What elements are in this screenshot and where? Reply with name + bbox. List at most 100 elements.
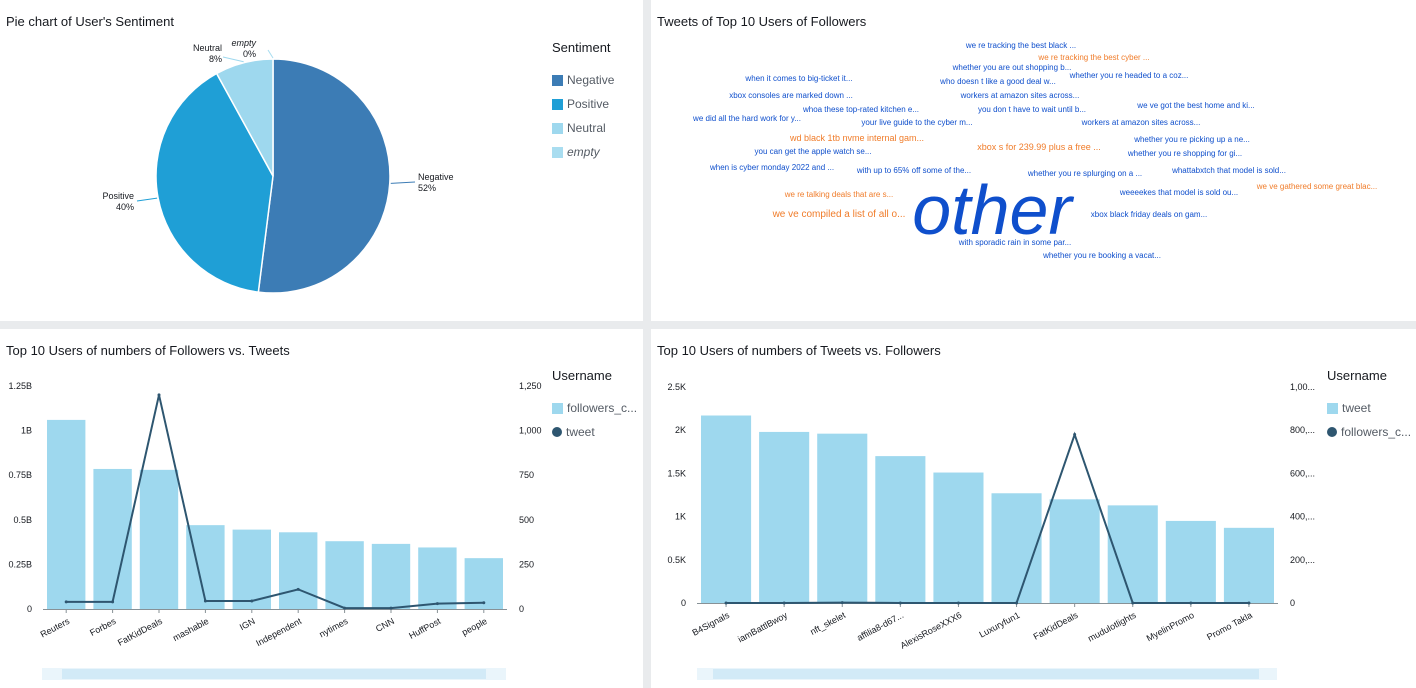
scrollbar-thumb[interactable] <box>62 669 486 679</box>
bar-8 <box>371 543 411 609</box>
x-axis-label: Luxuryfun1 <box>977 610 1021 640</box>
right-axis-tick: 750 <box>519 470 534 480</box>
word-cloud-term[interactable]: you can get the apple watch se... <box>755 148 872 156</box>
word-cloud-term[interactable]: xbox consoles are marked down ... <box>729 92 853 100</box>
followers-vs-tweets-panel: Top 10 Users of numbers of Followers vs.… <box>0 329 643 688</box>
left-axis-tick: 1B <box>21 426 32 436</box>
word-cloud-term[interactable]: whether you are out shopping b... <box>953 64 1072 72</box>
pie-chart-panel: Pie chart of User's Sentiment Negative 52… <box>0 0 643 321</box>
pie-slice-negative <box>257 58 391 294</box>
word-cloud-term[interactable]: we ve gathered some great blac... <box>1257 183 1378 191</box>
legend-label: Neutral <box>567 121 606 135</box>
x-axis-label: FatKidDeals <box>1032 610 1080 642</box>
word-cloud-term[interactable]: we re tracking the best black ... <box>966 42 1076 50</box>
legend-label: tweet <box>1342 401 1371 415</box>
legend-item-empty[interactable]: empty <box>552 140 614 164</box>
word-cloud-term[interactable]: when is cyber monday 2022 and ... <box>710 164 834 172</box>
bar-7 <box>1049 499 1100 603</box>
x-axis-label: mashable <box>171 616 210 643</box>
line-point <box>782 601 786 605</box>
line-point <box>64 600 68 604</box>
left-axis-tick: 0 <box>681 598 686 608</box>
legend-item-neutral[interactable]: Neutral <box>552 116 614 140</box>
left-axis-tick: 0 <box>27 604 32 614</box>
line-point <box>1015 601 1019 605</box>
line-point <box>840 601 844 605</box>
bar-9 <box>418 547 457 609</box>
word-cloud-term[interactable]: we ve got the best home and ki... <box>1137 102 1254 110</box>
horizontal-scrollbar[interactable] <box>697 668 1277 680</box>
panel-title: Tweets of Top 10 Users of Followers <box>657 14 867 29</box>
right-axis-tick: 800,... <box>1290 425 1315 435</box>
left-axis-tick: 1K <box>675 512 686 522</box>
x-axis-label: MyelinPromo <box>1145 610 1196 643</box>
x-axis-label: CNN <box>374 616 396 634</box>
legend-label: followers_c... <box>1341 425 1412 439</box>
word-cloud-term[interactable]: who doesn t like a good deal w... <box>940 78 1056 86</box>
line-point <box>343 606 347 610</box>
legend-item-tweet[interactable]: tweet <box>1327 396 1411 420</box>
word-cloud-term[interactable]: your live guide to the cyber m... <box>861 119 972 127</box>
right-axis-tick: 250 <box>519 559 534 569</box>
legend-item-followers[interactable]: followers_c... <box>552 396 637 420</box>
pie-percent-negative: 52% <box>418 183 436 193</box>
right-axis-tick: 0 <box>519 604 524 614</box>
legend-item-positive[interactable]: Positive <box>552 92 614 116</box>
word-cloud-term[interactable]: we re talking deals that are s... <box>785 191 894 199</box>
legend-label: Negative <box>567 73 615 87</box>
word-cloud-term[interactable]: when it comes to big-ticket it... <box>745 75 852 83</box>
word-cloud-term[interactable]: other <box>912 175 1072 245</box>
word-cloud-term[interactable]: you don t have to wait until b... <box>978 106 1086 114</box>
right-axis-tick: 200,... <box>1290 555 1315 565</box>
word-cloud-term[interactable]: we did all the hard work for y... <box>693 115 801 123</box>
word-cloud-term[interactable]: workers at amazon sites across... <box>961 92 1080 100</box>
bar-1 <box>47 419 86 609</box>
legend-label: tweet <box>566 425 595 439</box>
legend-label: followers_c... <box>567 401 638 415</box>
x-axis-label: FatKidDeals <box>116 616 164 648</box>
word-cloud-term[interactable]: we re tracking the best cyber ... <box>1038 54 1149 62</box>
word-cloud-term[interactable]: with sporadic rain in some par... <box>959 239 1072 247</box>
line-point <box>389 606 393 610</box>
pie-label-empty: empty <box>231 38 256 48</box>
legend-item-tweet[interactable]: tweet <box>552 420 637 444</box>
word-cloud-term[interactable]: xbox s for 239.99 plus a free ... <box>977 143 1101 152</box>
word-cloud-term[interactable]: whether you re headed to a coz... <box>1070 72 1189 80</box>
x-axis-label: nytimes <box>317 616 350 640</box>
right-axis-tick: 1,00... <box>1290 382 1315 392</box>
word-cloud-term[interactable]: whether you re booking a vacat... <box>1043 252 1161 260</box>
pie-label-neutral: Neutral <box>193 43 222 53</box>
word-cloud-term[interactable]: whether you re shopping for gi... <box>1128 150 1242 158</box>
legend-item-negative[interactable]: Negative <box>552 68 614 92</box>
pie-label-positive: Positive <box>102 191 134 201</box>
line-point <box>898 601 902 605</box>
combo-chart-followers[interactable]: 0 0.25B 0.5B 0.75B 1B 1.25B 0 250 500 750 1,000 1,2… <box>0 329 545 659</box>
bar-5 <box>933 472 984 603</box>
bar1-legend: Username followers_c... tweet <box>552 368 637 444</box>
word-cloud-term[interactable]: we ve compiled a list of all o... <box>773 210 906 220</box>
bar-10 <box>1223 527 1274 603</box>
x-axis-label: Reuters <box>39 616 72 640</box>
word-cloud-term[interactable]: wd black 1tb nvme internal gam... <box>790 134 924 143</box>
combo-chart-tweets[interactable]: 0 0.5K 1K 1.5K 2K 2.5K 0 200,... 400,... 600,... 8… <box>651 329 1321 659</box>
bar-1 <box>701 415 752 603</box>
line-point <box>435 602 439 606</box>
word-cloud-term[interactable]: weeeekes that model is sold ou... <box>1120 189 1238 197</box>
left-axis-tick: 1.5K <box>667 468 686 478</box>
legend-marker <box>552 427 562 437</box>
word-cloud-term[interactable]: whattabxtch that model is sold... <box>1172 167 1286 175</box>
word-cloud-term[interactable]: xbox black friday deals on gam... <box>1091 211 1208 219</box>
right-axis-tick: 1,000 <box>519 426 542 436</box>
pie-leader-line <box>390 181 416 184</box>
line-point <box>1247 601 1251 605</box>
pie-chart[interactable]: Negative52% Positive40% Neutral8% empty0% <box>0 0 540 321</box>
scrollbar-thumb[interactable] <box>713 669 1259 679</box>
line-point <box>157 393 161 397</box>
legend-swatch <box>552 98 563 110</box>
word-cloud-term[interactable]: whoa these top-rated kitchen e... <box>803 106 919 114</box>
legend-item-followers[interactable]: followers_c... <box>1327 420 1411 444</box>
word-cloud-term[interactable]: whether you re picking up a ne... <box>1134 136 1250 144</box>
horizontal-scrollbar[interactable] <box>42 668 506 680</box>
left-axis-tick: 0.5B <box>13 515 32 525</box>
word-cloud-term[interactable]: workers at amazon sites across... <box>1082 119 1201 127</box>
